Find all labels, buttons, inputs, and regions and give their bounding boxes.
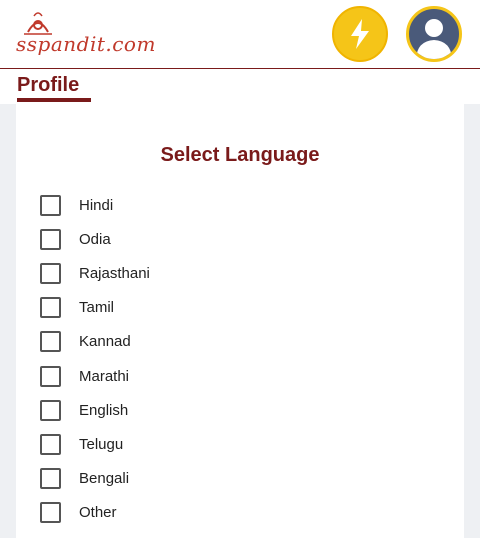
language-option-telugu[interactable]: Telugu bbox=[40, 427, 440, 461]
language-option-bengali[interactable]: Bengali bbox=[40, 462, 440, 496]
language-label: Other bbox=[79, 504, 117, 522]
checkbox[interactable] bbox=[40, 297, 61, 319]
language-label: Hindi bbox=[79, 196, 114, 214]
language-option-english[interactable]: English bbox=[40, 393, 440, 427]
page-title: Profile bbox=[17, 74, 80, 96]
page-title-underline bbox=[17, 98, 91, 102]
language-option-tamil[interactable]: Tamil bbox=[40, 291, 440, 325]
language-option-odia[interactable]: Odia bbox=[40, 222, 440, 256]
lightning-bolt-icon bbox=[351, 19, 369, 49]
checkbox[interactable] bbox=[40, 262, 61, 284]
language-card: Select Language Hindi Odia Rajasthani Ta… bbox=[16, 104, 464, 538]
logo-text: sspandit.com bbox=[16, 32, 156, 56]
checkbox[interactable] bbox=[40, 365, 61, 387]
language-label: Rajasthani bbox=[79, 264, 150, 282]
user-silhouette-icon bbox=[416, 19, 452, 59]
site-logo[interactable]: sspandit.com bbox=[16, 10, 176, 62]
language-label: Telugu bbox=[79, 435, 124, 453]
language-label: Odia bbox=[79, 230, 111, 248]
checkbox[interactable] bbox=[40, 502, 61, 524]
language-option-hindi[interactable]: Hindi bbox=[40, 188, 440, 222]
language-option-rajasthani[interactable]: Rajasthani bbox=[40, 256, 440, 290]
language-option-kannad[interactable]: Kannad bbox=[40, 325, 440, 359]
language-label: Tamil bbox=[79, 299, 115, 317]
checkbox[interactable] bbox=[40, 399, 61, 421]
checkbox[interactable] bbox=[40, 433, 61, 455]
language-label: Marathi bbox=[79, 367, 130, 385]
language-list: Hindi Odia Rajasthani Tamil Kannad Marat… bbox=[40, 188, 440, 530]
checkbox[interactable] bbox=[40, 468, 61, 490]
language-option-marathi[interactable]: Marathi bbox=[40, 359, 440, 393]
language-label: Bengali bbox=[79, 470, 130, 488]
checkbox[interactable] bbox=[40, 228, 61, 250]
avatar[interactable] bbox=[406, 6, 462, 62]
checkbox[interactable] bbox=[40, 194, 61, 216]
language-label: English bbox=[79, 401, 129, 419]
top-bar: sspandit.com bbox=[0, 0, 480, 69]
select-language-heading: Select Language bbox=[160, 144, 320, 166]
checkbox[interactable] bbox=[40, 331, 61, 353]
language-option-other[interactable]: Other bbox=[40, 496, 440, 530]
language-label: Kannad bbox=[79, 333, 131, 351]
lightning-button[interactable] bbox=[332, 6, 388, 62]
